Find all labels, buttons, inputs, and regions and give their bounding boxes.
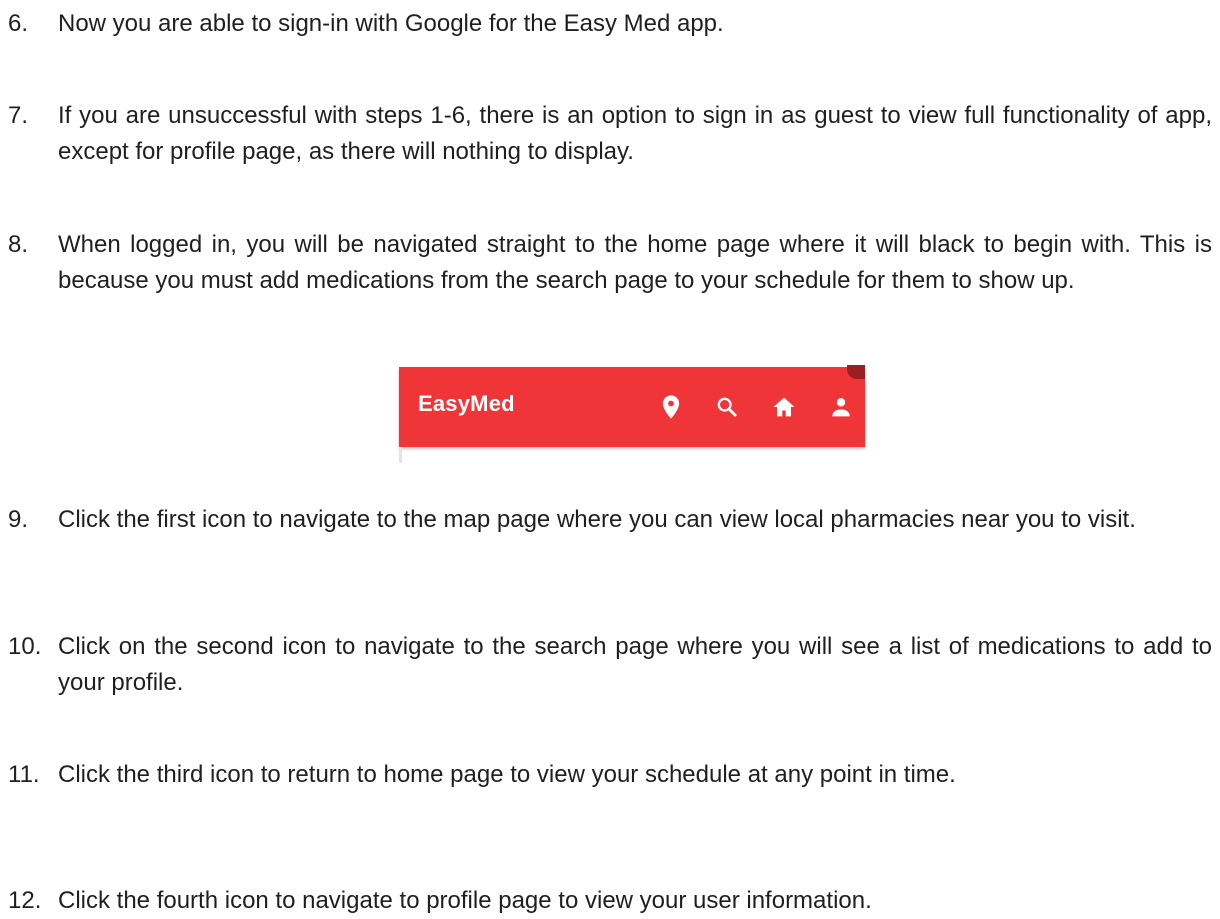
- step-number: 6.: [8, 10, 29, 37]
- step-text: When logged in, you will be navigated st…: [58, 231, 1212, 294]
- step-text: Now you are able to sign-in with Google …: [58, 10, 724, 37]
- step-12: 12. Click the fourth icon to navigate to…: [8, 883, 1212, 919]
- step-9: 9. Click the first icon to navigate to t…: [8, 502, 1212, 538]
- step-6: 6. Now you are able to sign-in with Goog…: [8, 6, 1212, 42]
- step-number: 8.: [8, 231, 29, 258]
- app-bar-screenshot: EasyMed: [399, 365, 865, 463]
- step-text: Click the third icon to return to home p…: [58, 761, 956, 788]
- map-marker-icon: [657, 393, 685, 421]
- search-icon: [713, 393, 741, 421]
- step-number: 10.: [8, 633, 42, 660]
- person-icon: [827, 393, 855, 421]
- content-edge: [399, 447, 402, 463]
- home-icon: [770, 393, 798, 421]
- step-text: If you are unsuccessful with steps 1-6, …: [58, 102, 1212, 165]
- step-10: 10. Click on the second icon to navigate…: [8, 629, 1212, 701]
- step-text: Click on the second icon to navigate to …: [58, 633, 1212, 696]
- app-title: EasyMed: [418, 391, 515, 416]
- step-8: 8. When logged in, you will be navigated…: [8, 227, 1212, 299]
- app-bar: EasyMed: [399, 365, 865, 447]
- step-number: 9.: [8, 506, 29, 533]
- instructions-document: 6. Now you are able to sign-in with Goog…: [0, 0, 1220, 916]
- step-text: Click the first icon to navigate to the …: [58, 506, 1136, 533]
- step-number: 7.: [8, 102, 29, 129]
- step-text: Click the fourth icon to navigate to pro…: [58, 887, 872, 914]
- step-number: 12.: [8, 887, 42, 914]
- debug-banner-corner: [847, 365, 865, 379]
- step-number: 11.: [8, 761, 40, 788]
- step-7: 7. If you are unsuccessful with steps 1-…: [8, 98, 1212, 170]
- step-11: 11. Click the third icon to return to ho…: [8, 757, 1212, 793]
